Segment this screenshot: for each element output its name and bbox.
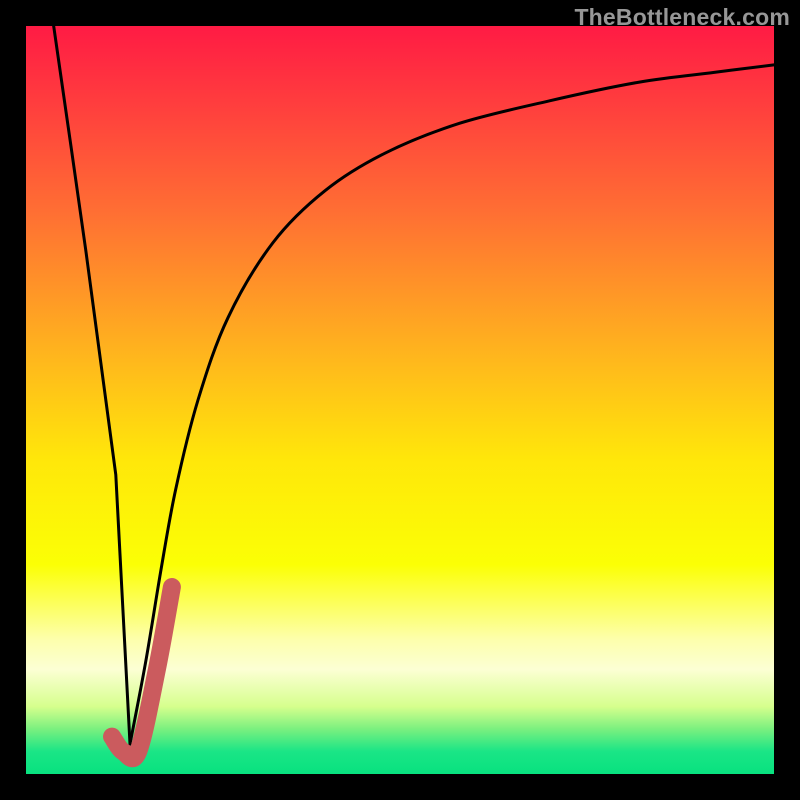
plot-area	[26, 26, 774, 774]
marker-j-stroke	[112, 587, 172, 758]
curves-layer	[26, 26, 774, 774]
curve-left-descent	[54, 26, 130, 744]
chart-frame: TheBottleneck.com	[0, 0, 800, 800]
watermark-text: TheBottleneck.com	[574, 4, 790, 31]
curve-upswing	[130, 65, 774, 744]
